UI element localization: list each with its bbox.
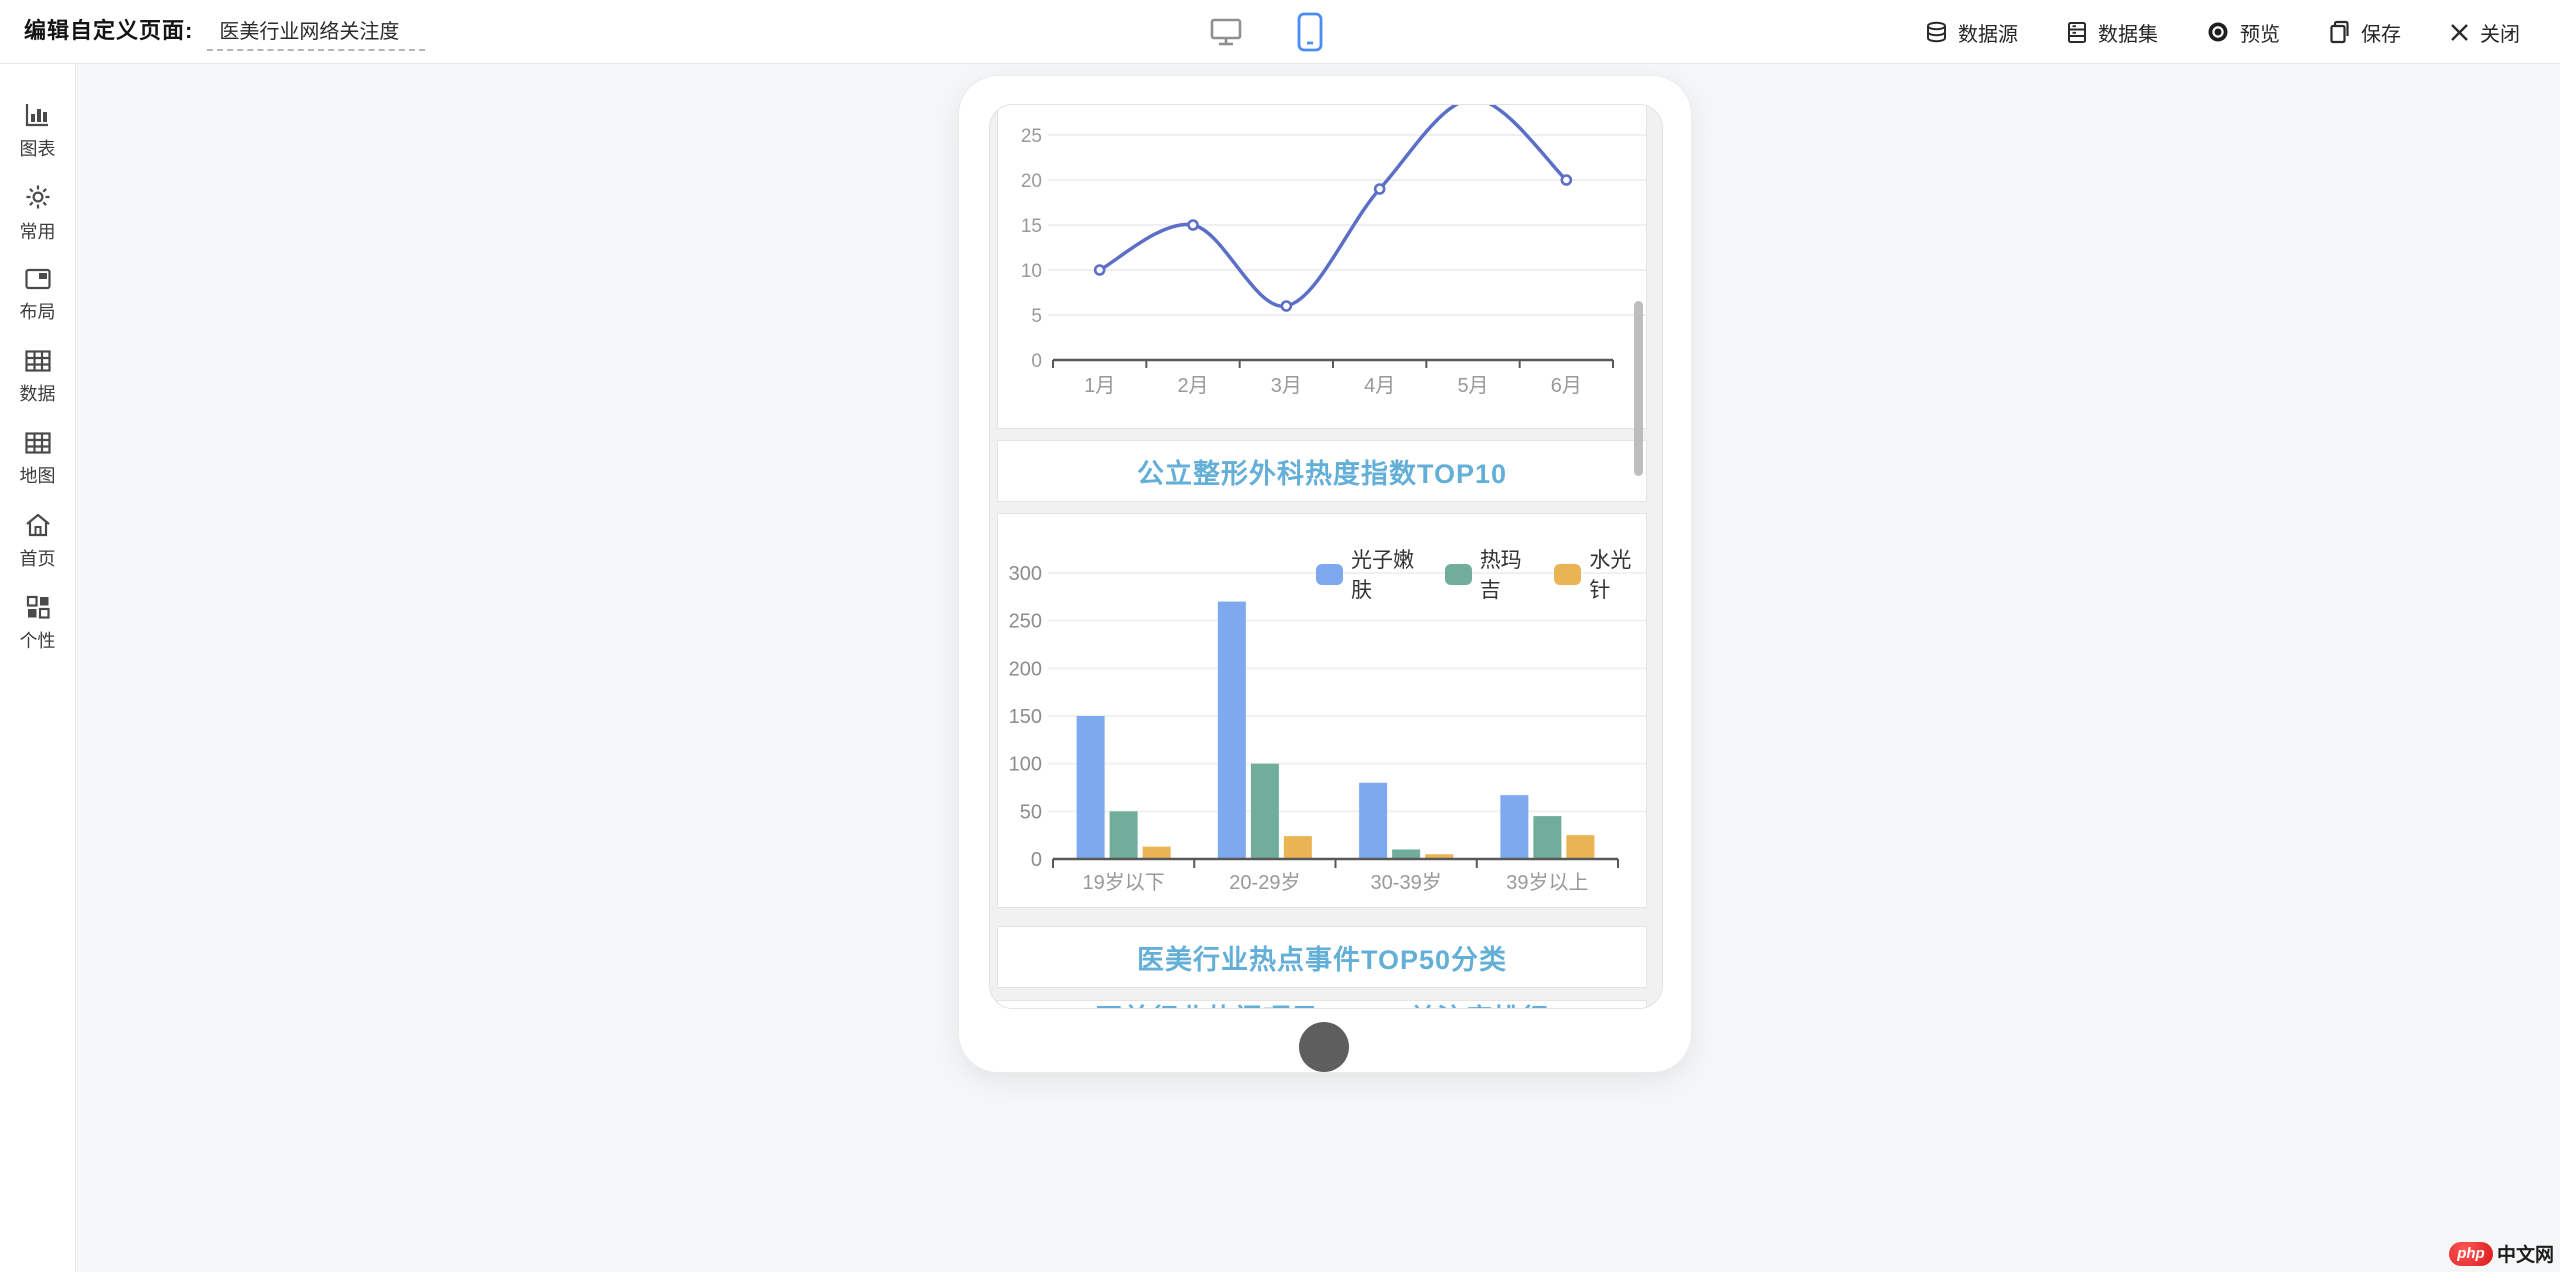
sidebar-item-home[interactable]: 首页	[0, 508, 76, 574]
surgery-index-title: 公立整形外科热度指数TOP10	[1137, 452, 1507, 491]
svg-text:4月: 4月	[1364, 375, 1395, 397]
bar-chart-card[interactable]: 光子嫩肤热玛吉水光针 0 50 100 150 200 250 300 19岁以下 20-29岁…	[997, 513, 1647, 908]
custom-grid-icon	[25, 594, 51, 620]
legend-item-热玛吉[interactable]: 热玛吉	[1445, 544, 1537, 604]
desktop-icon	[1209, 16, 1243, 48]
top-toolbar: 编辑自定义页面: 医美行业网络关注度 数据源	[0, 0, 2560, 64]
bar-chart-legend: 光子嫩肤热玛吉水光针	[1316, 544, 1646, 604]
legend-swatch	[1445, 564, 1472, 585]
svg-text:1月: 1月	[1084, 375, 1115, 397]
preview-button[interactable]: 预览	[2206, 18, 2280, 47]
legend-label: 光子嫩肤	[1351, 544, 1427, 604]
close-label: 关闭	[2480, 18, 2520, 47]
php-badge: php	[2449, 1242, 2493, 1266]
sidebar-item-charts[interactable]: 图表	[0, 98, 76, 164]
svg-text:5月: 5月	[1457, 375, 1488, 397]
sidebar-label-layout: 布局	[20, 298, 56, 324]
monthly-trend-line-chart: 0 5 10 15 20 25 1月 2月 3月 4月 5月 6月	[998, 104, 1646, 428]
save-icon	[2328, 20, 2351, 44]
legend-swatch	[1316, 564, 1343, 585]
legend-item-光子嫩肤[interactable]: 光子嫩肤	[1316, 544, 1427, 604]
data-table-icon	[24, 349, 52, 373]
sidebar-item-common[interactable]: 常用	[0, 180, 76, 246]
svg-text:6月: 6月	[1551, 375, 1582, 397]
svg-text:19岁以下: 19岁以下	[1083, 871, 1165, 894]
svg-text:20: 20	[1021, 171, 1042, 192]
dataset-button[interactable]: 数据集	[2066, 18, 2158, 47]
svg-text:300: 300	[1009, 563, 1042, 585]
mobile-icon-active	[1297, 12, 1323, 52]
line-chart-card[interactable]: 0 5 10 15 20 25 1月 2月 3月 4月 5月 6月	[997, 104, 1647, 429]
mobile-view-button[interactable]	[1289, 10, 1331, 54]
svg-text:5: 5	[1031, 306, 1042, 327]
sidebar-label-charts: 图表	[20, 135, 56, 161]
phone-home-button	[1299, 1022, 1349, 1072]
home-icon	[24, 512, 52, 538]
page-title-input[interactable]: 医美行业网络关注度	[207, 13, 425, 51]
map-table-icon	[24, 431, 52, 455]
sidebar-label-data: 数据	[20, 380, 56, 406]
watermark-text: 中文网	[2497, 1240, 2554, 1267]
legend-swatch	[1554, 564, 1581, 585]
svg-text:3月: 3月	[1271, 375, 1302, 397]
svg-text:15: 15	[1021, 216, 1042, 237]
sidebar-item-map[interactable]: 地图	[0, 426, 76, 492]
sidebar-label-common: 常用	[20, 218, 56, 244]
dataset-icon	[2066, 21, 2088, 44]
svg-text:0: 0	[1031, 351, 1042, 372]
title-card-surgery-index[interactable]: 公立整形外科热度指数TOP10	[997, 440, 1647, 502]
desktop-view-button[interactable]	[1205, 10, 1247, 54]
svg-text:25: 25	[1021, 126, 1042, 147]
phone-mockup: 0 5 10 15 20 25 1月 2月 3月 4月 5月 6月 公立整形外科热度指数TOP10 光…	[958, 75, 1692, 1073]
svg-text:150: 150	[1009, 706, 1042, 728]
layout-icon	[24, 267, 52, 291]
svg-text:100: 100	[1009, 754, 1042, 776]
svg-text:39岁以上: 39岁以上	[1506, 871, 1588, 894]
clipped-title-card[interactable]: 医美行业热门项目TOP10关注度排行	[997, 1000, 1647, 1009]
page-editor-label: 编辑自定义页面:	[24, 13, 193, 45]
datasource-label: 数据源	[1958, 18, 2018, 47]
database-icon	[1925, 21, 1948, 44]
chart-icon	[24, 102, 51, 128]
svg-text:200: 200	[1009, 658, 1042, 680]
sidebar-label-map: 地图	[20, 462, 56, 488]
svg-text:2月: 2月	[1177, 375, 1208, 397]
svg-text:20-29岁: 20-29岁	[1229, 871, 1300, 894]
dataset-label: 数据集	[2098, 18, 2158, 47]
gear-icon	[24, 183, 52, 211]
title-card-hot-events[interactable]: 医美行业热点事件TOP50分类	[997, 926, 1647, 988]
sidebar-item-data[interactable]: 数据	[0, 344, 76, 410]
widget-sidebar: 图表 常用 布局 数据	[0, 64, 76, 1272]
save-button[interactable]: 保存	[2328, 18, 2401, 47]
sidebar-label-custom-home: 首页	[20, 545, 56, 571]
svg-text:30-39岁: 30-39岁	[1371, 871, 1442, 894]
screen-scrollbar-thumb[interactable]	[1634, 301, 1643, 476]
phone-screen: 0 5 10 15 20 25 1月 2月 3月 4月 5月 6月 公立整形外科热度指数TOP10 光…	[989, 104, 1663, 1009]
eye-icon	[2206, 20, 2230, 44]
legend-label: 水光针	[1589, 544, 1646, 604]
datasource-button[interactable]: 数据源	[1925, 18, 2018, 47]
legend-item-水光针[interactable]: 水光针	[1554, 544, 1646, 604]
svg-text:250: 250	[1009, 611, 1042, 633]
sidebar-label-personalize: 个性	[20, 627, 56, 653]
device-toggle	[1205, 0, 1331, 64]
close-icon	[2449, 22, 2470, 43]
sidebar-item-personalize[interactable]: 个性	[0, 590, 76, 656]
svg-text:0: 0	[1031, 849, 1042, 871]
save-label: 保存	[2361, 18, 2401, 47]
sidebar-item-layout[interactable]: 布局	[0, 262, 76, 328]
preview-label: 预览	[2240, 18, 2280, 47]
hot-events-title: 医美行业热点事件TOP50分类	[1137, 938, 1507, 977]
svg-text:10: 10	[1021, 261, 1042, 282]
legend-label: 热玛吉	[1480, 544, 1537, 604]
site-watermark: php 中文网	[2449, 1240, 2554, 1267]
svg-text:50: 50	[1020, 801, 1042, 823]
clipped-card-title: 医美行业热门项目TOP10关注度排行	[1095, 1004, 1549, 1009]
close-button[interactable]: 关闭	[2449, 18, 2520, 47]
